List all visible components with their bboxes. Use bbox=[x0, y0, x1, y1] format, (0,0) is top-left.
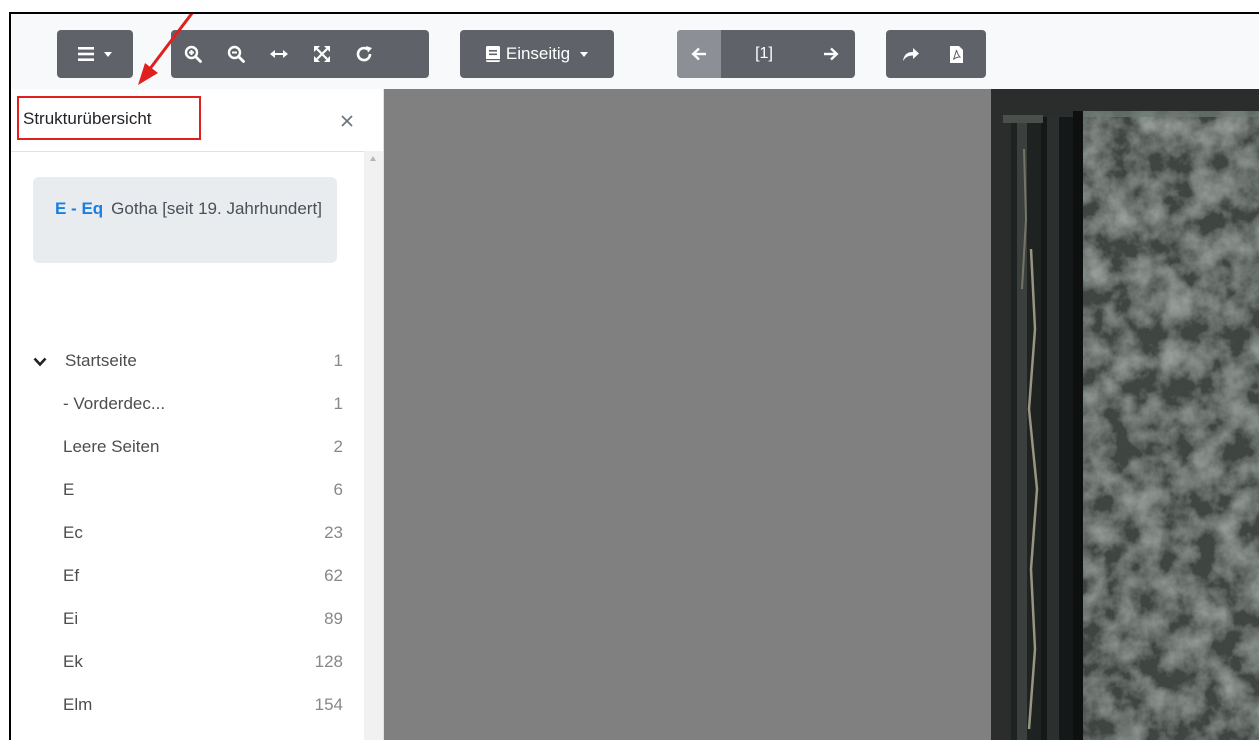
page-navigation: [1] bbox=[677, 30, 855, 78]
view-mode-dropdown[interactable]: Einseitig bbox=[460, 30, 614, 78]
zoom-out-icon bbox=[227, 45, 245, 63]
view-mode-label: Einseitig bbox=[505, 44, 571, 63]
hamburger-icon bbox=[78, 47, 94, 61]
next-page-button[interactable] bbox=[807, 30, 855, 78]
view-mode-button[interactable]: Einseitig bbox=[460, 30, 614, 78]
viewer-canvas[interactable] bbox=[384, 89, 991, 740]
scroll-up-icon[interactable] bbox=[370, 156, 376, 161]
record-info-text: E - Eq Gotha [seit 19. Jahrhundert] bbox=[43, 195, 323, 223]
record-signature: E - Eq bbox=[55, 199, 104, 218]
tree-item-ef[interactable]: Ef 62 bbox=[11, 554, 364, 597]
close-sidebar-button[interactable] bbox=[337, 111, 357, 131]
book-icon bbox=[485, 46, 500, 62]
arrow-left-icon bbox=[691, 47, 707, 61]
tree-item-elm[interactable]: Elm 154 bbox=[11, 683, 364, 726]
chevron-down-icon[interactable] bbox=[33, 353, 47, 367]
record-description: Gotha [seit 19. Jahrhundert] bbox=[111, 199, 322, 218]
arrow-right-icon bbox=[823, 47, 839, 61]
share-icon bbox=[902, 46, 920, 62]
page-number-label: [1] bbox=[755, 45, 773, 62]
tree-item-startseite[interactable]: Startseite 1 bbox=[11, 339, 364, 382]
sidebar-scrollbar[interactable] bbox=[364, 151, 383, 740]
zoom-in-icon bbox=[184, 45, 202, 63]
structure-sidebar: Strukturübersicht E - Eq Gotha [seit 19. … bbox=[11, 89, 384, 740]
caret-down-icon bbox=[104, 51, 112, 57]
tree-item-ek[interactable]: Ek 128 bbox=[11, 640, 364, 683]
previous-page-button[interactable] bbox=[677, 30, 721, 78]
tree-item-label: Startseite bbox=[65, 351, 137, 370]
rotate-icon bbox=[356, 45, 374, 63]
zoom-in-button[interactable] bbox=[171, 30, 214, 78]
tree-item-page: 23 bbox=[324, 523, 343, 542]
caret-down-icon bbox=[580, 51, 589, 57]
tree-item-page: 62 bbox=[324, 566, 343, 585]
fullscreen-icon bbox=[313, 46, 330, 62]
tree-item-e[interactable]: E 6 bbox=[11, 468, 364, 511]
tree-item-label: Ec bbox=[63, 523, 83, 542]
pdf-icon bbox=[949, 45, 963, 63]
structure-tree: Startseite 1 - Vorderdec... 1 Leere Seit… bbox=[11, 339, 364, 740]
tree-item-page: 6 bbox=[333, 480, 343, 499]
tree-item-page: 89 bbox=[324, 609, 343, 628]
tree-item-ei[interactable]: Ei 89 bbox=[11, 597, 364, 640]
zoom-out-button[interactable] bbox=[214, 30, 257, 78]
fit-width-icon bbox=[269, 49, 288, 59]
book-cover-image bbox=[991, 89, 1259, 740]
tree-item-page: 1 bbox=[333, 351, 343, 370]
tree-item-page: 1 bbox=[333, 394, 343, 413]
scanned-book-cover[interactable] bbox=[991, 89, 1259, 740]
viewer-frame: Einseitig [1] Strukturübersicht E - Eq G… bbox=[9, 12, 1259, 740]
tree-item-label: Ei bbox=[63, 609, 79, 628]
tree-item-leere-seiten[interactable]: Leere Seiten 2 bbox=[11, 425, 364, 468]
record-info-card: E - Eq Gotha [seit 19. Jahrhundert] bbox=[33, 177, 337, 263]
share-button-group bbox=[886, 30, 986, 78]
tree-item-label: Leere Seiten bbox=[63, 437, 160, 456]
tree-item-label: E bbox=[63, 480, 75, 499]
tree-item-label: Ef bbox=[63, 566, 80, 585]
menu-dropdown-button[interactable] bbox=[57, 30, 133, 78]
tree-item-label: Ek bbox=[63, 652, 83, 671]
close-icon bbox=[337, 115, 357, 135]
tree-item-label: - Vorderdec... bbox=[63, 394, 166, 413]
menu-button[interactable] bbox=[57, 30, 133, 78]
pdf-download-button[interactable] bbox=[936, 30, 976, 78]
tree-item-label: Elm bbox=[63, 695, 93, 714]
tree-item-vorderdeckel[interactable]: - Vorderdec... 1 bbox=[11, 382, 364, 425]
tree-item-page: 154 bbox=[314, 695, 343, 714]
zoom-button-group bbox=[171, 30, 429, 78]
rotate-button[interactable] bbox=[343, 30, 386, 78]
tree-item-ec[interactable]: Ec 23 bbox=[11, 511, 364, 554]
tree-item-en[interactable]: En 174 bbox=[11, 726, 364, 740]
fullscreen-button[interactable] bbox=[300, 30, 343, 78]
page-indicator[interactable]: [1] bbox=[721, 30, 807, 78]
tree-item-page: 2 bbox=[333, 437, 343, 456]
sidebar-title: Strukturübersicht bbox=[23, 109, 152, 128]
fit-width-button[interactable] bbox=[257, 30, 300, 78]
sidebar-header: Strukturübersicht bbox=[11, 89, 383, 152]
tree-item-page: 128 bbox=[314, 652, 343, 671]
share-button[interactable] bbox=[886, 30, 936, 78]
toolbar: Einseitig [1] bbox=[11, 14, 1259, 89]
